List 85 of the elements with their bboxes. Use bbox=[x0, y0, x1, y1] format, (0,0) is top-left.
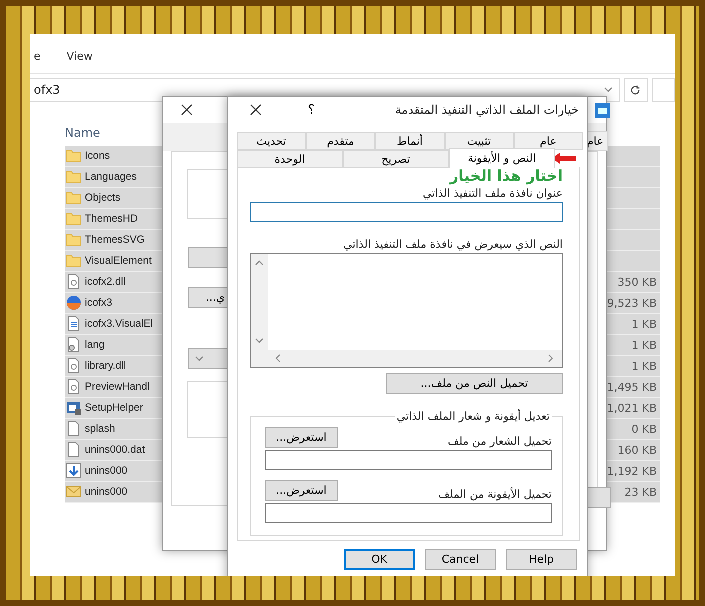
file-name: library.dll bbox=[85, 360, 126, 372]
window-title: خيارات الملف الذاتي التنفيذ المتقدمة bbox=[395, 103, 579, 117]
tab[interactable]: متقدم bbox=[306, 132, 376, 150]
file-name: VisualElement bbox=[85, 255, 152, 267]
chevron-down-icon[interactable] bbox=[604, 87, 613, 93]
app-icon bbox=[595, 103, 610, 118]
chevron-left-icon[interactable] bbox=[275, 354, 281, 363]
chevron-up-icon[interactable] bbox=[255, 260, 264, 266]
field-label: النص الذي سيعرض في نافذة ملف التنفيذ الذاتي bbox=[342, 238, 563, 251]
file-name: ThemesSVG bbox=[85, 234, 146, 246]
file-size: 1 KB bbox=[632, 338, 657, 352]
folder-icon bbox=[66, 211, 82, 227]
file-icon bbox=[66, 442, 82, 458]
file-size: 160 KB bbox=[618, 444, 657, 456]
tab[interactable]: أنماط bbox=[375, 132, 445, 150]
tab[interactable]: النص و الأيقونة bbox=[449, 148, 555, 168]
settings-file-icon bbox=[66, 337, 82, 353]
file-size: 1,021 KB bbox=[607, 402, 657, 414]
file-name: unins000.dat bbox=[85, 444, 146, 456]
refresh-button[interactable] bbox=[624, 78, 648, 102]
close-icon[interactable] bbox=[250, 104, 262, 116]
folder-icon bbox=[66, 169, 82, 185]
file-name: icofx2.dll bbox=[85, 276, 126, 288]
file-name: Languages bbox=[85, 171, 137, 183]
file-name: splash bbox=[85, 423, 116, 435]
folder-icon bbox=[66, 232, 82, 248]
app-icon bbox=[66, 295, 82, 311]
chevron-down-icon[interactable] bbox=[255, 338, 264, 344]
file-icon bbox=[66, 421, 82, 437]
envelope-icon bbox=[66, 484, 82, 500]
file-name: icofx3 bbox=[85, 297, 112, 309]
group-legend: تعديل أيقونة و شعار الملف الذاتي bbox=[394, 410, 552, 423]
file-size: 350 KB bbox=[618, 276, 657, 288]
chevron-right-icon[interactable] bbox=[548, 354, 554, 363]
close-icon[interactable] bbox=[181, 104, 193, 116]
browse-button[interactable]: استعرض... bbox=[265, 480, 338, 501]
file-name: unins000 bbox=[85, 486, 128, 498]
cancel-button[interactable]: Cancel bbox=[425, 549, 496, 570]
arrow-icon bbox=[552, 153, 576, 164]
field-label: تحميل الشعار من ملف bbox=[448, 435, 552, 448]
tab[interactable]: الوحدة bbox=[237, 150, 343, 168]
setup-icon bbox=[66, 400, 82, 416]
folder-icon bbox=[66, 253, 82, 269]
file-size: 1 KB bbox=[632, 360, 657, 372]
gear-file-icon bbox=[66, 358, 82, 374]
file-name: lang bbox=[85, 339, 105, 351]
refresh-icon bbox=[630, 84, 642, 96]
tab[interactable]: عام bbox=[514, 132, 583, 150]
tab[interactable]: تصريح bbox=[343, 150, 449, 168]
file-name: Objects bbox=[85, 192, 121, 204]
folder-icon bbox=[66, 190, 82, 206]
document-icon bbox=[66, 316, 82, 332]
file-size: 1,495 KB bbox=[607, 380, 657, 394]
file-size: 0 KB bbox=[632, 422, 657, 436]
file-name: Icons bbox=[85, 150, 110, 162]
input-field[interactable] bbox=[265, 503, 552, 523]
folder-icon bbox=[66, 148, 82, 164]
field-label: عنوان نافذة ملف التنفيذ الذاتي bbox=[422, 187, 563, 200]
field-label: تحميل الأيقونة من الملف bbox=[438, 488, 552, 501]
menu-item[interactable]: e bbox=[34, 50, 41, 73]
ok-button[interactable]: OK bbox=[344, 549, 415, 570]
chevron-down-icon[interactable] bbox=[195, 356, 204, 362]
input-field[interactable] bbox=[250, 202, 563, 222]
file-name: icofx3.VisualEl bbox=[85, 318, 154, 330]
input-field[interactable] bbox=[265, 450, 552, 470]
file-size: 9,523 KB bbox=[607, 296, 657, 310]
annotation-text: اختار هذا الخيار bbox=[448, 167, 563, 185]
file-name: SetupHelper bbox=[85, 402, 144, 414]
help-button[interactable]: ؟ bbox=[304, 102, 319, 118]
gear-file-icon bbox=[66, 379, 82, 395]
tab[interactable]: تحديث bbox=[236, 132, 306, 150]
file-name: unins000 bbox=[85, 465, 128, 477]
help-button[interactable]: Help bbox=[506, 549, 577, 570]
file-size: 1,192 KB bbox=[607, 464, 657, 478]
menu-item[interactable]: View bbox=[66, 50, 93, 73]
file-size: 23 KB bbox=[624, 486, 657, 498]
download-icon bbox=[66, 463, 82, 479]
file-name: PreviewHandl bbox=[85, 381, 150, 393]
file-size: 1 KB bbox=[632, 318, 657, 330]
browse-button[interactable]: استعرض... bbox=[265, 427, 338, 448]
file-name: ThemesHD bbox=[85, 213, 138, 225]
text-area[interactable] bbox=[250, 253, 563, 368]
load-text-button[interactable]: تحميل النص من ملف... bbox=[386, 373, 563, 394]
gear-file-icon bbox=[66, 274, 82, 290]
address-text: ofx3 bbox=[34, 83, 60, 97]
